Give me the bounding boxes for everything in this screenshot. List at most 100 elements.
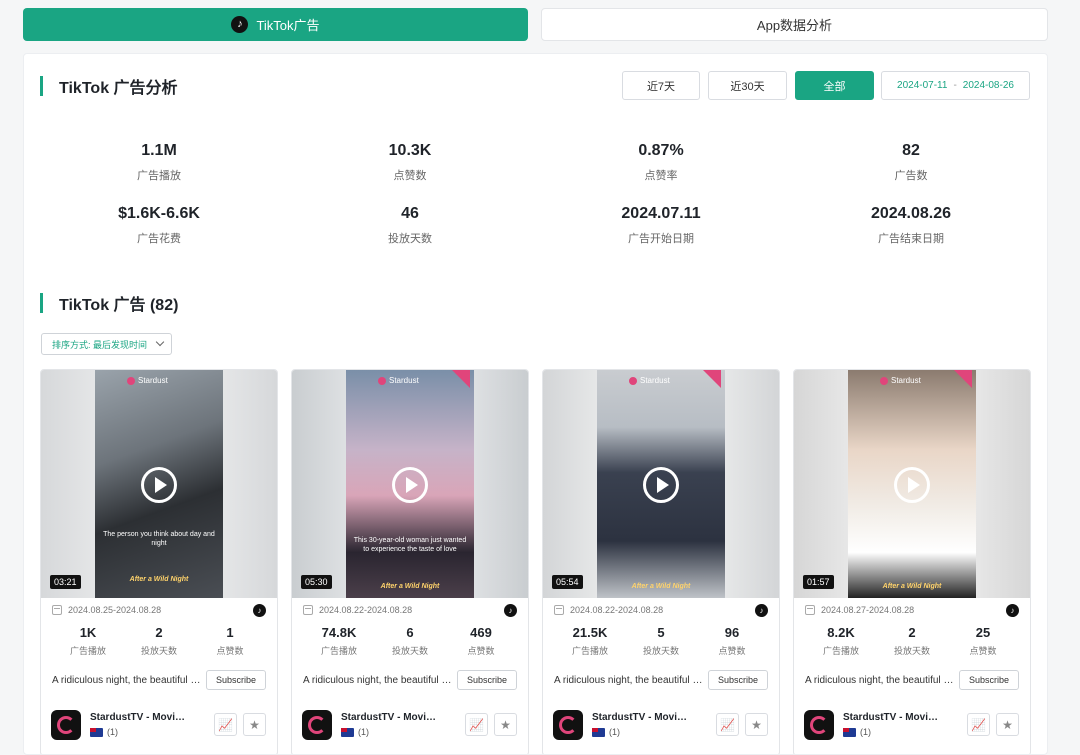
calendar-icon (805, 605, 815, 615)
hot-badge (954, 370, 972, 388)
ad-date-range: 2024.08.22-2024.08.28 (554, 605, 663, 615)
chart-icon: 📈 (720, 717, 735, 732)
card-stat-likes: 1 点赞数 (195, 625, 265, 657)
favorite-button[interactable]: ★ (494, 713, 517, 736)
date-range-separator: - (953, 80, 957, 91)
card-stat-label: 广告播放 (69, 646, 106, 656)
app-name[interactable]: StardustTV - Movies & TV (592, 712, 692, 723)
play-icon[interactable] (392, 467, 428, 503)
date-range-picker[interactable]: 2024-07-11 - 2024-08-26 (881, 71, 1030, 100)
app-name[interactable]: StardustTV - Movies & TV (90, 712, 190, 723)
subscribe-button[interactable]: Subscribe (206, 670, 266, 690)
ad-card[interactable]: Stardust This 30-year-old woman just wan… (291, 369, 529, 754)
analysis-title-text: TikTok 广告分析 (59, 80, 178, 97)
stat-value: 0.87% (638, 142, 684, 159)
app-icon[interactable] (51, 710, 81, 740)
app-region: (1) (90, 727, 118, 737)
card-stat-value: 21.5K (572, 625, 608, 640)
range-7d-button[interactable]: 近7天 (622, 71, 700, 100)
card-stat-plays: 8.2K 广告播放 (806, 625, 876, 657)
main-panel: TikTok 广告分析 近7天 近30天 全部 2024-07-11 - 202… (23, 53, 1048, 755)
card-stat-value: 2 (155, 625, 163, 640)
ad-description: A ridiculous night, the beautiful CEO... (554, 675, 704, 686)
card-stat-days: 6 投放天数 (375, 625, 445, 657)
stat-value: 2024.07.11 (621, 205, 701, 222)
card-stat-value: 469 (470, 625, 492, 640)
brand-watermark: Stardust (629, 376, 670, 385)
stat-likes: 10.3K 点赞数 (285, 142, 535, 183)
stat-end-date: 2024.08.26 广告结束日期 (786, 205, 1036, 246)
stat-value: 1.1M (141, 142, 177, 159)
calendar-icon (52, 605, 62, 615)
app-region-count: (1) (107, 727, 118, 737)
sort-dropdown[interactable]: 排序方式: 最后发现时间 (41, 333, 173, 355)
chart-icon: 📈 (971, 717, 986, 732)
tiktok-icon: ♪ (1006, 604, 1019, 617)
range-30d-button[interactable]: 近30天 (708, 71, 787, 100)
ad-card[interactable]: Stardust The person you think about day … (40, 369, 278, 754)
app-region: (1) (592, 727, 620, 737)
card-stat-likes: 469 点赞数 (446, 625, 516, 657)
favorite-button[interactable]: ★ (745, 713, 768, 736)
brand-watermark: Stardust (378, 376, 419, 385)
chart-button[interactable]: 📈 (716, 713, 739, 736)
stardust-logo-icon (629, 376, 637, 385)
app-icon[interactable] (302, 710, 332, 740)
star-icon: ★ (751, 717, 762, 732)
ad-thumbnail[interactable]: Stardust After a Wild Night 05:54 (543, 370, 779, 598)
play-icon[interactable] (141, 467, 177, 503)
card-stat-likes: 96 点赞数 (697, 625, 767, 657)
app-icon[interactable] (553, 710, 583, 740)
tiktok-icon: ♪ (253, 604, 266, 617)
sort-label: 排序方式: 最后发现时间 (52, 339, 148, 350)
favorite-button[interactable]: ★ (996, 713, 1019, 736)
card-stat-value: 8.2K (827, 625, 855, 640)
stat-label: 点赞率 (644, 170, 678, 182)
play-icon[interactable] (894, 467, 930, 503)
app-icon[interactable] (804, 710, 834, 740)
favorite-button[interactable]: ★ (243, 713, 266, 736)
stardust-logo-icon (880, 376, 888, 385)
ad-thumbnail[interactable]: Stardust After a Wild Night 01:57 (794, 370, 1030, 598)
top-tabs: ♪ TikTok广告 App数据分析 (23, 8, 1048, 41)
subscribe-button[interactable]: Subscribe (457, 670, 517, 690)
brand-name: Stardust (640, 376, 670, 385)
subscribe-button[interactable]: Subscribe (959, 670, 1019, 690)
app-region-count: (1) (860, 727, 871, 737)
ad-card[interactable]: Stardust After a Wild Night 01:57 2024.0… (793, 369, 1031, 754)
stardust-logo-icon (378, 376, 386, 385)
subscribe-button[interactable]: Subscribe (708, 670, 768, 690)
calendar-icon (303, 605, 313, 615)
card-stat-value: 25 (975, 625, 991, 640)
range-all-button[interactable]: 全部 (795, 71, 874, 100)
ad-thumbnail[interactable]: Stardust The person you think about day … (41, 370, 277, 598)
ad-date-text: 2024.08.27-2024.08.28 (821, 605, 915, 615)
card-stat-value: 1 (226, 625, 234, 640)
play-icon[interactable] (643, 467, 679, 503)
chart-button[interactable]: 📈 (214, 713, 237, 736)
chevron-down-icon (155, 337, 165, 347)
stat-ad-plays: 1.1M 广告播放 (34, 142, 284, 183)
chart-button[interactable]: 📈 (465, 713, 488, 736)
tab-tiktok-ads[interactable]: ♪ TikTok广告 (23, 8, 528, 41)
ad-thumbnail[interactable]: Stardust This 30-year-old woman just wan… (292, 370, 528, 598)
duration-badge: 03:21 (50, 575, 81, 589)
tiktok-icon: ♪ (231, 16, 249, 33)
ads-section-title: TikTok 广告 (82) (40, 291, 178, 315)
ad-date-range: 2024.08.22-2024.08.28 (303, 605, 412, 615)
card-stat-label: 广告播放 (822, 646, 859, 656)
ad-description: A ridiculous night, the beautiful CEO... (805, 675, 955, 686)
stardust-logo-icon (559, 716, 577, 734)
duration-badge: 05:30 (301, 575, 332, 589)
analysis-section-title: TikTok 广告分析 (40, 74, 178, 98)
app-region-count: (1) (609, 727, 620, 737)
chart-button[interactable]: 📈 (967, 713, 990, 736)
date-range-start: 2024-07-11 (897, 80, 948, 91)
stat-value: 2024.08.26 (870, 205, 952, 222)
ad-card[interactable]: Stardust After a Wild Night 05:54 2024.0… (542, 369, 780, 754)
tab-app-analysis[interactable]: App数据分析 (541, 8, 1048, 41)
au-flag-icon (592, 727, 605, 737)
app-name[interactable]: StardustTV - Movies & TV (341, 712, 441, 723)
brand-name: Stardust (891, 376, 921, 385)
app-name[interactable]: StardustTV - Movies & TV (843, 712, 943, 723)
